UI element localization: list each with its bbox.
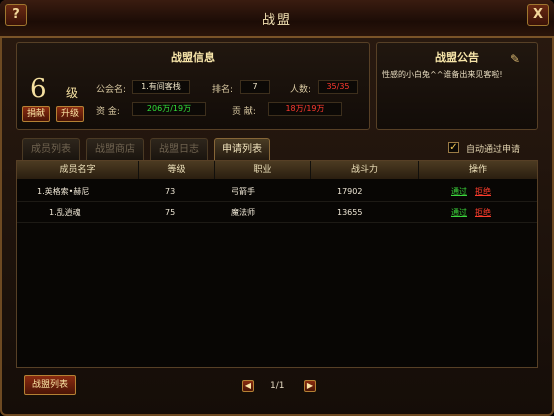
accept-link[interactable]: 通过 — [451, 182, 467, 202]
next-page-button[interactable]: ▶ — [304, 380, 316, 392]
rank-value: 7 — [240, 80, 270, 94]
rank-label: 排名: — [212, 85, 234, 95]
guild-level-unit: 级 — [66, 86, 79, 100]
col-power: 战斗力 — [311, 161, 419, 179]
row-class: 弓箭手 — [231, 187, 255, 196]
guild-level: 6 — [30, 74, 47, 104]
reject-link[interactable]: 拒绝 — [475, 203, 491, 223]
row-name: 1.英格索•赫尼 — [37, 187, 90, 196]
funds-label: 资 金: — [96, 107, 120, 117]
auto-approve-label: 自动通过申请 — [466, 145, 521, 155]
row-level: 75 — [165, 208, 176, 217]
members-label: 人数: — [290, 85, 312, 95]
window-title: 战盟 — [261, 13, 292, 28]
row-power: 13655 — [337, 208, 363, 217]
tab-applications[interactable]: 申请列表 — [214, 138, 270, 160]
col-class: 职业 — [215, 161, 311, 179]
guild-name-label: 公会名: — [96, 85, 127, 95]
tab-log[interactable]: 战盟日志 — [150, 138, 208, 160]
members-value: 35/35 — [318, 80, 358, 94]
col-name: 成员名字 — [17, 161, 139, 179]
col-level: 等级 — [139, 161, 215, 179]
page-indicator: 1/1 — [270, 381, 285, 391]
accept-link[interactable]: 通过 — [451, 203, 467, 223]
tab-shop[interactable]: 战盟商店 — [86, 138, 144, 160]
contribution-value: 18万/19万 — [268, 102, 342, 116]
tab-members[interactable]: 成员列表 — [22, 138, 80, 160]
upgrade-button[interactable]: 升级 — [56, 106, 84, 122]
guild-info-title: 战盟信息 — [171, 51, 215, 64]
edit-notice-icon[interactable]: ✎ — [508, 52, 522, 66]
row-name: 1.乱逍魂 — [49, 208, 81, 217]
prev-page-button[interactable]: ◀ — [242, 380, 254, 392]
union-list-button[interactable]: 战盟列表 — [24, 375, 76, 395]
row-level: 73 — [165, 187, 176, 196]
guild-notice-text: 性感的小白兔^^谁备出来见客啦! — [382, 70, 503, 79]
funds-value: 206万/19万 — [132, 102, 206, 116]
title-bar: 战盟 — [0, 0, 554, 38]
guild-name-value: 1.有间客栈 — [132, 80, 190, 94]
help-button[interactable]: ? — [5, 4, 27, 26]
applications-table: 成员名字 等级 职业 战斗力 操作 1.英格索•赫尼 73 弓箭手 17902 … — [16, 160, 538, 368]
row-power: 17902 — [337, 187, 363, 196]
row-class: 魔法师 — [231, 208, 255, 217]
reject-link[interactable]: 拒绝 — [475, 182, 491, 202]
col-actions: 操作 — [419, 161, 537, 179]
contribution-label: 贡 献: — [232, 107, 256, 117]
table-row: 1.乱逍魂 75 魔法师 13655 通过 拒绝 — [17, 203, 537, 223]
donate-button[interactable]: 捐献 — [22, 106, 50, 122]
auto-approve-checkbox[interactable]: ✓ — [448, 142, 459, 153]
close-button[interactable]: X — [527, 4, 549, 26]
table-row: 1.英格索•赫尼 73 弓箭手 17902 通过 拒绝 — [17, 182, 537, 202]
